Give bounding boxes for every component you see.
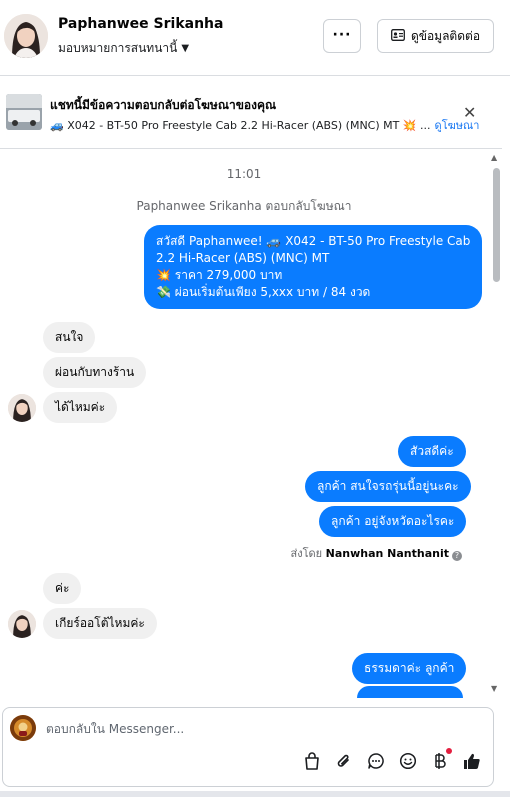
assign-conversation-dropdown[interactable]: มอบหมายการสนทนานี้ ▼: [58, 39, 189, 58]
ad-message-line: 💥 ราคา 279,000 บาท: [156, 268, 283, 282]
contact-avatar[interactable]: [4, 14, 48, 58]
saved-replies-icon[interactable]: [365, 750, 387, 772]
shopping-bag-icon[interactable]: [301, 750, 323, 772]
more-options-button[interactable]: ···: [323, 19, 361, 53]
scroll-up-icon[interactable]: ▲: [491, 153, 497, 162]
contact-avatar-small: [8, 394, 36, 422]
ad-subtitle-text: 🚙 X042 - BT-50 Pro Freestyle Cab 2.2 Hi-…: [50, 119, 431, 132]
ad-thumbnail[interactable]: [6, 94, 42, 130]
sent-by-name: Nanwhan Nanthanit: [325, 547, 449, 560]
outgoing-message[interactable]: สัวสดีค่ะ: [398, 436, 466, 467]
thumbs-up-icon[interactable]: [461, 750, 483, 772]
contact-avatar-small: [8, 610, 36, 638]
sent-by-note: ส่งโดย Nanwhan Nanthanit?: [0, 544, 462, 562]
close-icon[interactable]: ✕: [463, 103, 476, 122]
outgoing-message-partial[interactable]: [357, 686, 463, 698]
page-avatar: [10, 715, 36, 741]
incoming-message[interactable]: ค่ะ: [43, 573, 82, 604]
ad-message-line: 💸 ผ่อนเริ่มต้นเพียง 5,xxx บาท / 84 งวด: [156, 285, 371, 299]
outgoing-message[interactable]: ลูกค้า อยู่จังหวัดอะไรคะ: [319, 506, 467, 537]
scroll-down-icon[interactable]: ▼: [491, 684, 497, 693]
message-input[interactable]: [46, 718, 466, 740]
contact-card-icon: [391, 28, 405, 44]
ad-banner-subtitle: 🚙 X042 - BT-50 Pro Freestyle Cab 2.2 Hi-…: [50, 116, 479, 134]
attachment-icon[interactable]: [333, 750, 355, 772]
view-contact-button[interactable]: ดูข้อมูลติดต่อ: [377, 19, 494, 53]
ad-banner-title: แชทนี้มีข้อความตอบกลับต่อโฆษณาของคุณ: [50, 98, 277, 112]
outgoing-message[interactable]: ธรรมดาค่ะ ลูกค้า: [352, 653, 467, 684]
incoming-message[interactable]: สนใจ: [43, 322, 96, 353]
emoji-icon[interactable]: [397, 750, 419, 772]
outgoing-message[interactable]: ลูกค้า สนใจรถรุ่นนี้อยู่นะคะ: [305, 471, 471, 502]
ad-reply-note: Paphanwee Srikanha ตอบกลับโฆษณา: [136, 199, 352, 213]
incoming-message[interactable]: เกียร์ออโต้ไหมค่ะ: [43, 608, 157, 639]
assign-label: มอบหมายการสนทนานี้: [58, 41, 178, 55]
info-icon[interactable]: ?: [452, 551, 462, 561]
view-contact-label: ดูข้อมูลติดต่อ: [410, 28, 481, 43]
sent-by-prefix: ส่งโดย: [290, 547, 323, 560]
ad-message-line: 2.2 Hi-Racer (ABS) (MNC) MT: [156, 251, 330, 265]
contact-name: Paphanwee Srikanha: [58, 16, 224, 32]
caret-down-icon: ▼: [181, 43, 190, 54]
message-timestamp: 11:01: [226, 167, 262, 181]
scrollbar-thumb[interactable]: [493, 168, 500, 282]
incoming-message[interactable]: ได้ไหมค่ะ: [43, 392, 118, 423]
notification-dot: [446, 748, 452, 754]
outgoing-ad-message[interactable]: สวัสดี Paphanwee! 🚙 X042 - BT-50 Pro Fre…: [144, 225, 483, 309]
window-bottom-edge: [0, 791, 510, 797]
incoming-message[interactable]: ผ่อนกับทางร้าน: [43, 357, 147, 388]
ad-message-line: สวัสดี Paphanwee! 🚙 X042 - BT-50 Pro Fre…: [156, 234, 471, 248]
